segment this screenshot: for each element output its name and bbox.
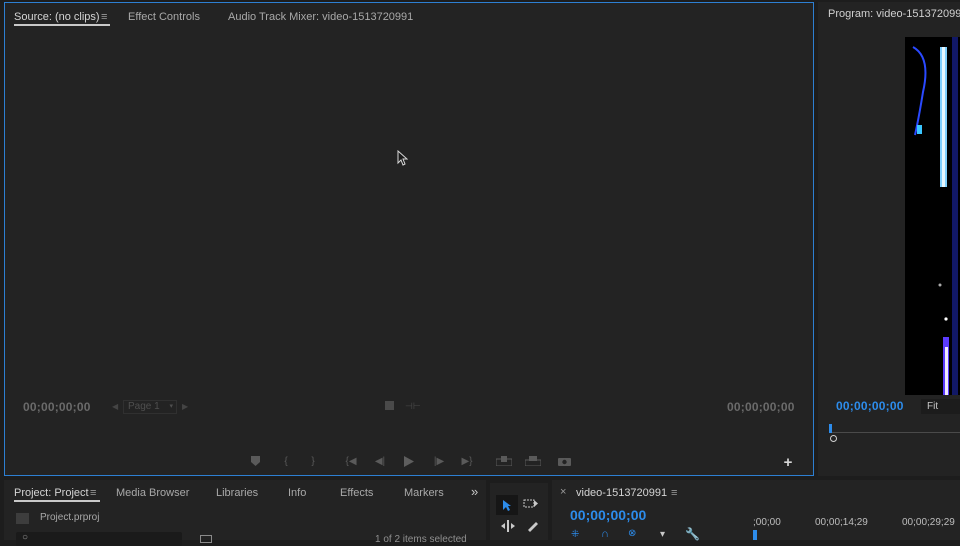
- step-back-icon[interactable]: ◀|: [372, 453, 388, 469]
- tab-info[interactable]: Info: [288, 487, 306, 499]
- source-timecode-right[interactable]: 00;00;00;00: [727, 400, 795, 414]
- search-icon: ○: [22, 532, 29, 543]
- page-select-value: Page 1: [128, 401, 160, 412]
- tab-source-underline: [14, 24, 110, 26]
- ripple-edit-tool-icon[interactable]: [500, 520, 516, 532]
- panel-menu-icon[interactable]: ≡: [101, 11, 107, 23]
- play-icon[interactable]: [401, 453, 417, 469]
- mouse-cursor-icon: [397, 150, 408, 166]
- program-video-frame: [905, 37, 960, 395]
- source-panel: Source: (no clips) ≡ Effect Controls Aud…: [4, 2, 814, 476]
- ruler-label-2: 00;00;29;29: [902, 517, 955, 528]
- tab-audio-track-mixer[interactable]: Audio Track Mixer: video-1513720991: [228, 11, 413, 23]
- snap-icon[interactable]: ∩: [601, 528, 609, 540]
- tab-effects[interactable]: Effects: [340, 487, 373, 499]
- ruler-label-1: 00;00;14;29: [815, 517, 868, 528]
- tab-project-underline: [14, 500, 100, 502]
- page-next-icon[interactable]: ▶: [182, 402, 188, 411]
- tab-effect-controls[interactable]: Effect Controls: [128, 11, 200, 23]
- button-editor-plus-icon[interactable]: +: [780, 454, 796, 471]
- page-prev-icon[interactable]: ◀: [112, 402, 118, 411]
- go-to-out-icon[interactable]: ▶}: [459, 453, 475, 469]
- tab-libraries[interactable]: Libraries: [216, 487, 258, 499]
- wrench-icon[interactable]: 🔧: [685, 527, 700, 541]
- chevron-down-icon: ▾: [169, 403, 173, 410]
- program-time-ruler[interactable]: [830, 422, 960, 433]
- export-frame-icon[interactable]: [556, 453, 572, 469]
- program-title[interactable]: Program: video-1513720991: [828, 8, 960, 20]
- track-select-tool-icon[interactable]: [523, 497, 539, 511]
- mark-in-icon[interactable]: {: [278, 453, 294, 469]
- source-timecode-left[interactable]: 00;00;00;00: [23, 400, 91, 414]
- nest-toggle-icon[interactable]: ⁜: [571, 529, 579, 540]
- insert-icon[interactable]: [496, 453, 512, 469]
- page-select[interactable]: Page 1 ▾: [123, 400, 177, 414]
- add-marker-icon[interactable]: [247, 453, 263, 469]
- program-playhead-icon[interactable]: [829, 424, 832, 433]
- step-forward-icon[interactable]: |▶: [431, 453, 447, 469]
- search-input[interactable]: ○: [16, 532, 182, 546]
- timeline-playhead-icon[interactable]: [753, 530, 757, 540]
- new-bin-from-search-icon[interactable]: [200, 535, 212, 543]
- close-icon[interactable]: ×: [560, 486, 566, 498]
- program-panel: Program: video-1513720991 00;00;00;00 Fi…: [818, 2, 960, 476]
- add-marker-timeline-icon[interactable]: ▾: [660, 529, 665, 540]
- project-panel: Project: Project ≡ Media Browser Librari…: [4, 480, 486, 546]
- project-menu-icon[interactable]: ≡: [90, 487, 96, 499]
- razor-tool-icon[interactable]: [526, 520, 539, 533]
- tools-panel: [490, 483, 548, 540]
- sequence-menu-icon[interactable]: ≡: [671, 487, 677, 499]
- timeline-panel: × video-1513720991 ≡ 00;00;00;00 ⁜ ∩ ⊗ ▾…: [552, 480, 960, 541]
- linked-selection-icon[interactable]: ⊗: [628, 528, 636, 539]
- overwrite-icon[interactable]: [525, 453, 541, 469]
- tab-source[interactable]: Source: (no clips): [14, 11, 100, 23]
- tab-project[interactable]: Project: Project: [14, 487, 89, 499]
- tab-sequence[interactable]: video-1513720991: [576, 487, 667, 499]
- ruler-label-0: ;00;00: [753, 517, 781, 528]
- program-playhead-knob[interactable]: [830, 435, 837, 442]
- project-file-icon: [16, 513, 29, 524]
- go-to-in-icon[interactable]: {◀: [343, 453, 359, 469]
- timeline-timecode[interactable]: 00;00;00;00: [570, 507, 646, 523]
- mark-out-icon[interactable]: }: [305, 453, 321, 469]
- project-file-name: Project.prproj: [40, 512, 100, 523]
- tab-markers[interactable]: Markers: [404, 487, 444, 499]
- fit-select[interactable]: Fit: [921, 399, 960, 414]
- drag-video-icon[interactable]: [385, 401, 394, 410]
- tabs-overflow-icon[interactable]: »: [471, 484, 478, 499]
- drag-audio-icon[interactable]: ⊣⊢: [405, 401, 421, 412]
- program-timecode[interactable]: 00;00;00;00: [836, 399, 904, 413]
- selection-tool-icon[interactable]: [496, 495, 518, 515]
- tab-media-browser[interactable]: Media Browser: [116, 487, 189, 499]
